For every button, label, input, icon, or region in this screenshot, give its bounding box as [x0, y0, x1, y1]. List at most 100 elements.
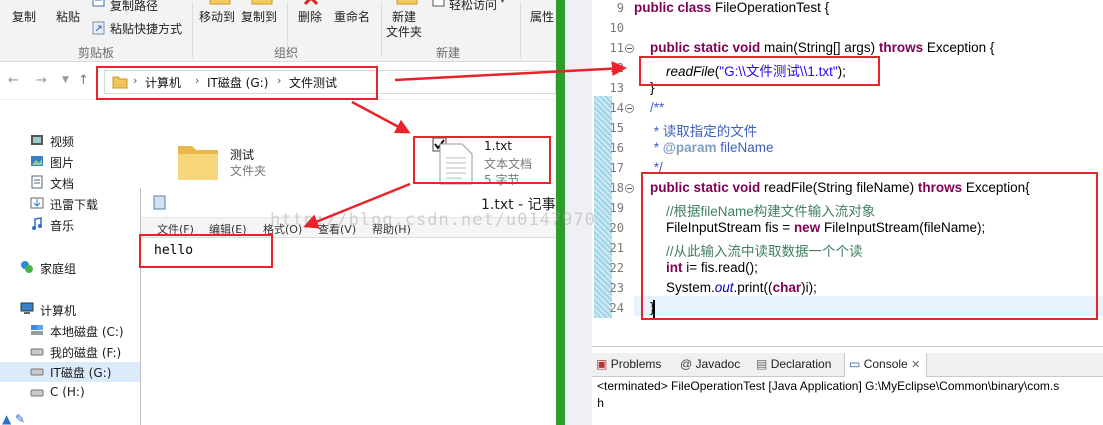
line-number: 23: [609, 281, 624, 295]
nav-item-computer[interactable]: 计算机: [0, 300, 140, 320]
line-number: 19: [609, 201, 624, 215]
nav-label: 本地磁盘 (C:): [50, 325, 124, 339]
code-text: main(String[] args): [764, 40, 879, 55]
notepad-icon: [153, 195, 166, 210]
fold-toggle-icon[interactable]: [625, 104, 634, 113]
annotation-box-address: [96, 66, 378, 100]
copy-path-icon: [92, 0, 105, 7]
chevron-down-icon[interactable]: ▼: [499, 0, 506, 5]
close-icon[interactable]: ✕: [911, 359, 920, 371]
paste-shortcut-icon: [92, 21, 105, 35]
nav-label: 迅雷下载: [50, 198, 99, 212]
move-to-button[interactable]: 移动到: [199, 8, 235, 25]
group-label-new: 新建: [436, 46, 461, 60]
music-icon: [32, 217, 42, 230]
fold-toggle-icon[interactable]: [625, 184, 634, 193]
annotation-box-call: [639, 56, 880, 86]
properties-button[interactable]: 属性: [530, 8, 554, 25]
at-icon: @: [680, 357, 693, 371]
line-number: 24: [609, 301, 624, 315]
recent-dropdown-icon[interactable]: ▼: [62, 75, 69, 85]
line-number: 20: [609, 221, 624, 235]
code-line-11: public static void main(String[] args) t…: [650, 40, 994, 55]
line-number: 17: [609, 161, 624, 175]
download-folder-icon: [30, 197, 44, 209]
back-arrow-icon[interactable]: ←: [8, 73, 19, 88]
javadoc-text: fileName: [716, 140, 774, 155]
nav-item-music[interactable]: 音乐: [0, 215, 140, 235]
line-number: 10: [609, 21, 624, 35]
file-type: 文件夹: [230, 164, 267, 178]
nav-label: 计算机: [40, 304, 77, 318]
tab-declaration[interactable]: ▤ Declaration: [756, 357, 831, 371]
file-item-folder[interactable]: 测试 文件夹: [176, 136, 296, 186]
tab-javadoc[interactable]: @ Javadoc: [680, 357, 740, 371]
delete-button[interactable]: 删除: [298, 8, 322, 25]
copy-to-icon: [251, 0, 273, 5]
tab-problems[interactable]: ▣ Problems: [596, 357, 661, 371]
nav-label: 图片: [50, 156, 75, 170]
watermark-text: http://blog.csdn.net/u0147970: [270, 210, 596, 230]
line-number: 16: [609, 141, 624, 155]
line-number: 21: [609, 241, 624, 255]
problems-icon: ▣: [596, 357, 608, 371]
document-icon: [31, 175, 43, 189]
annotation-box-notepad: [139, 234, 273, 268]
nav-item-drive-g[interactable]: IT磁盘 (G:): [0, 362, 140, 382]
javadoc-text: *: [650, 140, 663, 155]
nav-item-thunder-downloads[interactable]: 迅雷下载: [0, 194, 140, 214]
code-line-15: * 读取指定的文件: [650, 124, 758, 139]
tab-label: Console: [863, 357, 908, 371]
folder-icon: [178, 146, 218, 180]
up-arrow-icon[interactable]: ↑: [78, 73, 89, 88]
nav-item-homegroup[interactable]: 家庭组: [0, 258, 140, 278]
code-line-14: /**: [650, 100, 665, 115]
line-number: 18: [609, 181, 624, 195]
keyword: public class: [634, 0, 716, 15]
copy-path-button[interactable]: 复制路径: [110, 0, 158, 14]
nav-item-documents[interactable]: 文档: [0, 173, 140, 193]
paste-shortcut-button[interactable]: 粘贴快捷方式: [110, 20, 182, 37]
nav-label: C (H:): [50, 385, 85, 399]
keyword: public static void: [650, 40, 765, 55]
line-number: 11: [609, 41, 624, 55]
drive-icon: [30, 389, 44, 397]
code-text: Exception {: [926, 40, 995, 55]
nav-item-drive-f[interactable]: 我的磁盘 (F:): [0, 342, 140, 362]
nav-label: 家庭组: [40, 262, 77, 276]
tab-console[interactable]: ▭ Console ✕: [844, 353, 928, 377]
nav-item-drive-h[interactable]: C (H:): [0, 383, 140, 403]
code-text: FileOperationTest {: [715, 0, 830, 15]
code-line-9: public class FileOperationTest {: [634, 0, 829, 15]
console-output: h: [597, 397, 605, 411]
paste-button[interactable]: 粘贴: [56, 8, 80, 25]
drive-icon: [30, 348, 44, 356]
easy-access-icon: [432, 0, 445, 7]
view-tabs: ▣ Problems @ Javadoc ▤ Declaration ▭ Con…: [592, 353, 1103, 377]
navigation-pane: 视频 图片 文档 迅雷下载 音乐 家庭组 计算机 本地磁盘 (C:) 我的磁盘 …: [0, 100, 140, 425]
code-line-16: * @param fileName: [650, 140, 774, 155]
nav-item-drive-c[interactable]: 本地磁盘 (C:): [0, 321, 140, 341]
new-folder-button-line2[interactable]: 文件夹: [386, 23, 422, 40]
javadoc-tag: @param: [662, 140, 717, 155]
ribbon-toolbar: 复制 粘贴 复制路径 粘贴快捷方式 剪贴板 移动到 复制到 删除 重命名 组织 …: [0, 0, 556, 62]
copy-to-button[interactable]: 复制到: [241, 8, 277, 25]
ribbon-separator: [520, 2, 521, 58]
line-number: 15: [609, 121, 624, 135]
nav-label: 音乐: [50, 219, 75, 233]
fold-toggle-icon[interactable]: [625, 44, 634, 53]
tab-label: Problems: [610, 357, 662, 371]
line-number: 14: [609, 101, 624, 115]
easy-access-button[interactable]: 轻松访问: [449, 0, 497, 13]
file-name: 测试: [230, 148, 255, 162]
nav-item-pictures[interactable]: 图片: [0, 152, 140, 172]
computer-icon: [20, 302, 34, 314]
homegroup-icon: [21, 261, 33, 273]
rename-button[interactable]: 重命名: [334, 8, 370, 25]
nav-item-videos[interactable]: 视频: [0, 131, 140, 151]
forward-arrow-icon[interactable]: →: [36, 73, 47, 88]
tab-label: Declaration: [770, 357, 832, 371]
copy-button[interactable]: 复制: [12, 8, 36, 25]
group-label-clipboard: 剪贴板: [78, 46, 115, 60]
picture-icon: [31, 156, 43, 166]
